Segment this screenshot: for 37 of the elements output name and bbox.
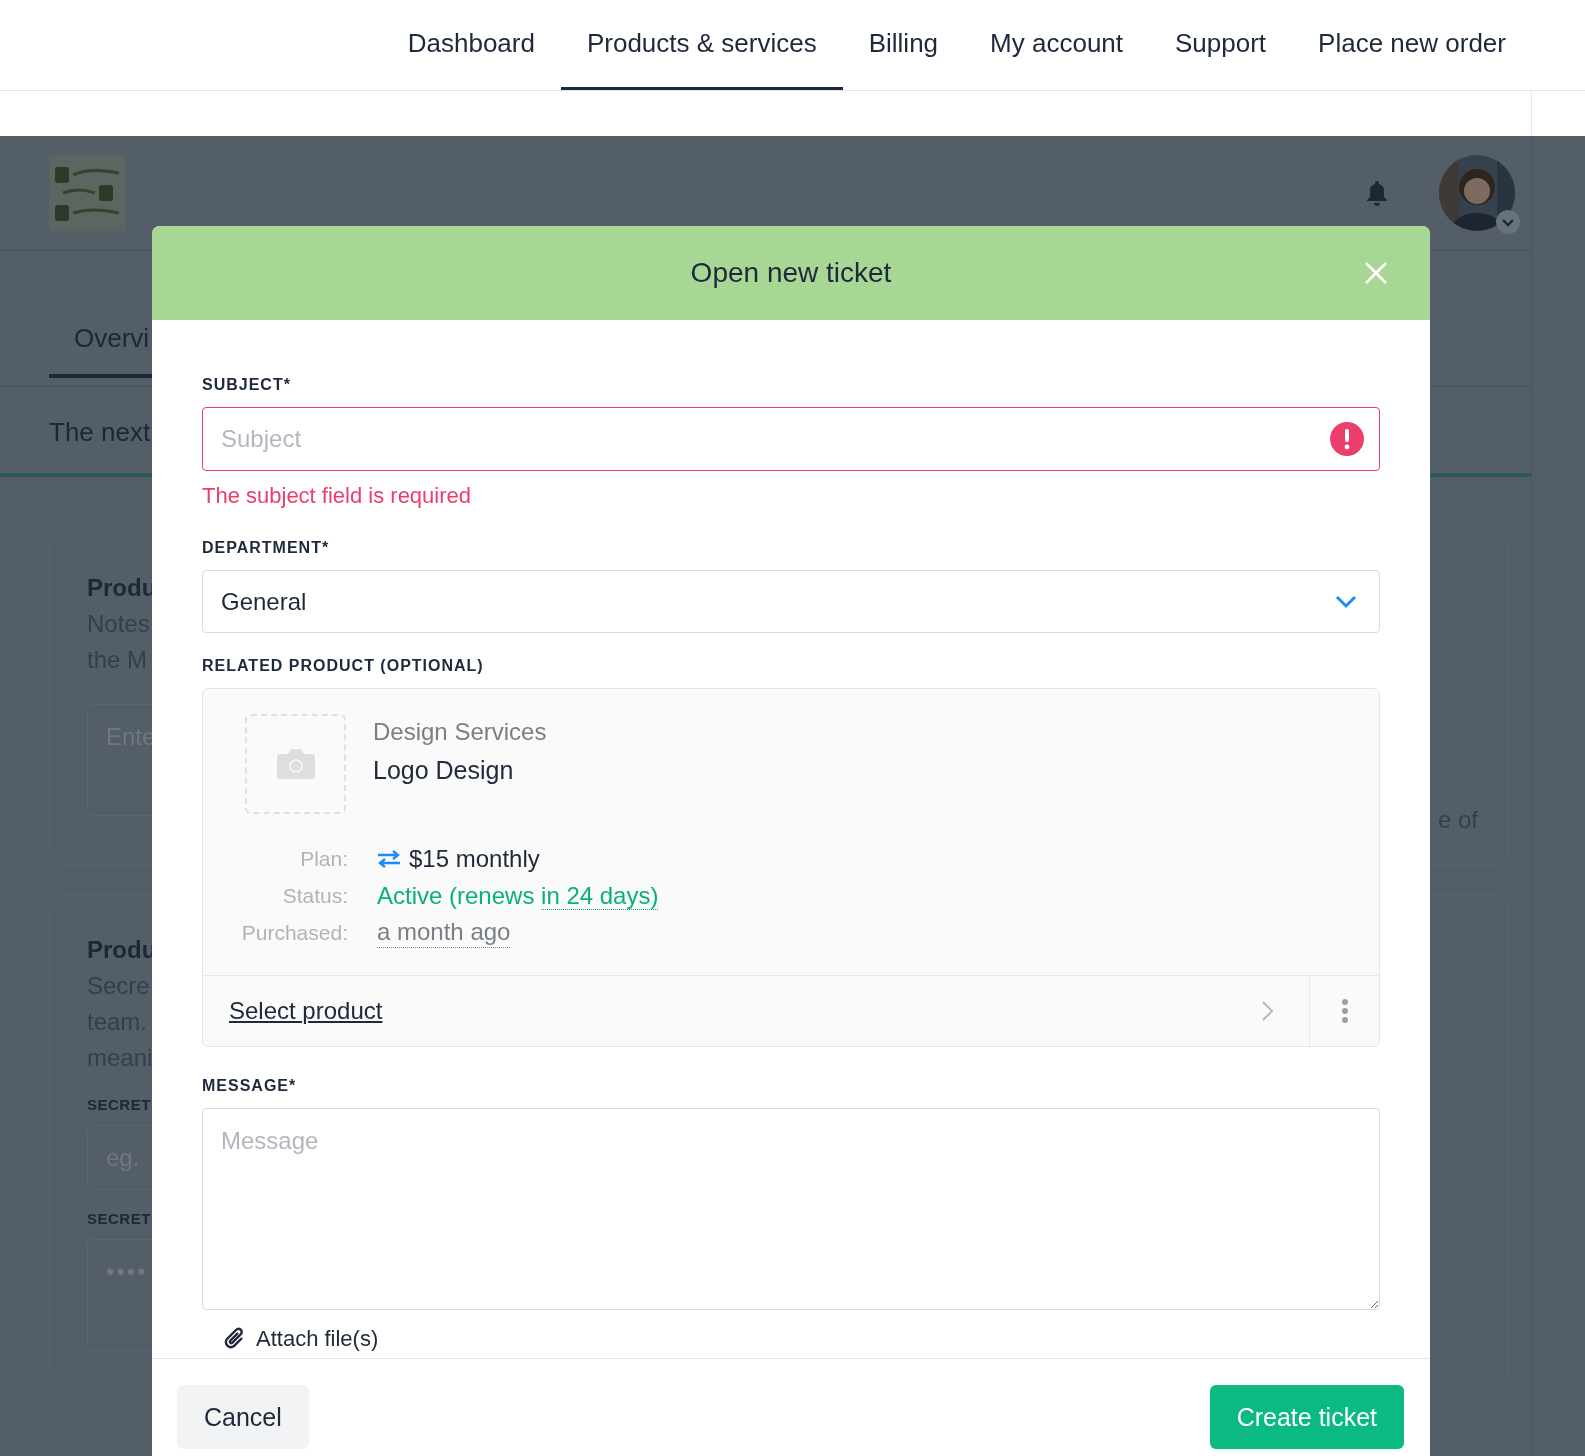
attach-link[interactable]: Attach file(s) (222, 1326, 379, 1352)
detail-label: Plan: (299, 846, 348, 872)
chevron-down-icon (1335, 594, 1357, 609)
status-value: Active (renews in 24 days) (377, 881, 659, 912)
nav-link[interactable]: Products & services (560, 0, 843, 90)
department-select[interactable]: General (202, 570, 1380, 633)
vertical-dots-icon (1340, 998, 1349, 1024)
nav-link[interactable]: Place new order (1292, 0, 1532, 90)
cancel-button[interactable]: Cancel (177, 1385, 309, 1449)
detail-label: Purchased: (240, 920, 348, 946)
product-name: Logo Design (373, 756, 515, 785)
error-message: The subject field is required (202, 483, 473, 509)
nav-link[interactable]: Billing (842, 0, 965, 90)
nav-link[interactable]: Support (1149, 0, 1293, 90)
message-field[interactable]: Message (202, 1108, 1380, 1310)
chevron-right-icon (1261, 1000, 1275, 1022)
detail-label: Status: (281, 883, 348, 909)
nav-link[interactable]: Dashboard (381, 0, 561, 90)
field-label: RELATED PRODUCT (OPTIONAL) (202, 657, 485, 675)
select-product-link[interactable]: Select product (203, 976, 1309, 1046)
intro-text: The next (49, 417, 151, 447)
repeat-icon (377, 849, 401, 868)
plan-value: $15 monthly (377, 842, 540, 875)
nav-link[interactable]: My account (964, 0, 1150, 90)
field-label: SUBJECT* (202, 376, 292, 394)
product-category: Design Services (373, 718, 547, 746)
caret-icon[interactable] (1495, 209, 1521, 235)
error-icon (1330, 422, 1364, 456)
camera-icon (275, 748, 316, 780)
dialog-title: Open new ticket (690, 257, 892, 289)
close-icon (1364, 261, 1388, 285)
field-label: MESSAGE* (202, 1077, 298, 1095)
field-label: DEPARTMENT* (202, 539, 331, 557)
purchase-date: a month ago (377, 917, 511, 948)
paperclip-icon (222, 1327, 246, 1351)
bell-icon[interactable] (1365, 180, 1389, 206)
subject-field[interactable]: Subject (202, 407, 1380, 471)
